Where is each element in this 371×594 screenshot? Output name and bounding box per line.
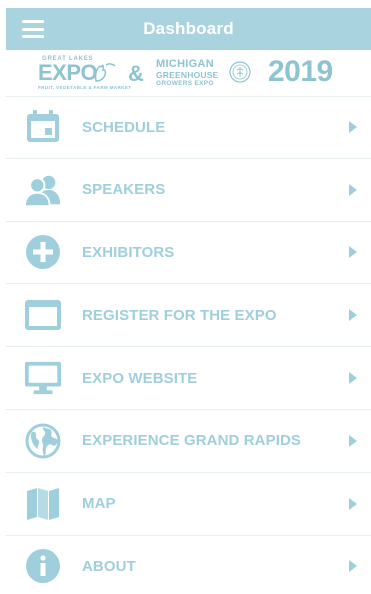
chevron-right-icon xyxy=(349,434,357,447)
menu-item-map[interactable]: MAP xyxy=(6,473,371,536)
calendar-icon xyxy=(24,108,62,146)
chevron-right-icon xyxy=(349,497,357,510)
event-year: 2019 xyxy=(268,55,333,88)
menu-item-schedule[interactable]: SCHEDULE xyxy=(6,96,371,159)
menu-item-register[interactable]: REGISTER FOR THE EXPO xyxy=(6,284,371,348)
map-icon xyxy=(24,485,62,523)
michigan-map-icon xyxy=(94,63,116,82)
great-lakes-expo-logo: GREAT LAKES EXPO FRUIT, VEGETABLE & FARM… xyxy=(38,56,132,90)
top-app-bar: Dashboard xyxy=(6,8,371,50)
hamburger-icon[interactable] xyxy=(22,20,44,38)
menu-item-about[interactable]: ABOUT xyxy=(6,536,371,594)
menu-item-speakers[interactable]: SPEAKERS xyxy=(6,159,371,222)
plus-circle-icon xyxy=(24,233,62,271)
event-banner: GREAT LAKES EXPO FRUIT, VEGETABLE & FARM… xyxy=(6,50,371,96)
menu-item-exhibitors[interactable]: EXHIBITORS xyxy=(6,222,371,285)
chevron-right-icon xyxy=(349,560,357,573)
chevron-right-icon xyxy=(349,309,357,322)
menu-item-grand-rapids[interactable]: EXPERIENCE GRAND RAPIDS xyxy=(6,410,371,473)
menu-item-website[interactable]: EXPO WEBSITE xyxy=(6,347,371,410)
monitor-icon xyxy=(24,359,62,397)
seal-icon xyxy=(229,61,251,83)
chevron-right-icon xyxy=(349,372,357,385)
dashboard-menu: SCHEDULE SPEAKERS EXHIBITORS REGISTER FO… xyxy=(6,96,371,594)
globe-icon xyxy=(24,422,62,460)
michigan-greenhouse-logo: MICHIGAN GREENHOUSE GROWERS EXPO xyxy=(156,58,256,90)
info-icon xyxy=(24,547,62,585)
ampersand: & xyxy=(128,61,144,86)
users-icon xyxy=(24,171,62,209)
chevron-right-icon xyxy=(349,246,357,259)
chevron-right-icon xyxy=(349,121,357,134)
browser-window-icon xyxy=(24,296,62,334)
page-title: Dashboard xyxy=(143,19,234,38)
chevron-right-icon xyxy=(349,183,357,196)
app-screen: Dashboard GREAT LAKES EXPO FRUIT, VEGETA… xyxy=(0,0,371,594)
